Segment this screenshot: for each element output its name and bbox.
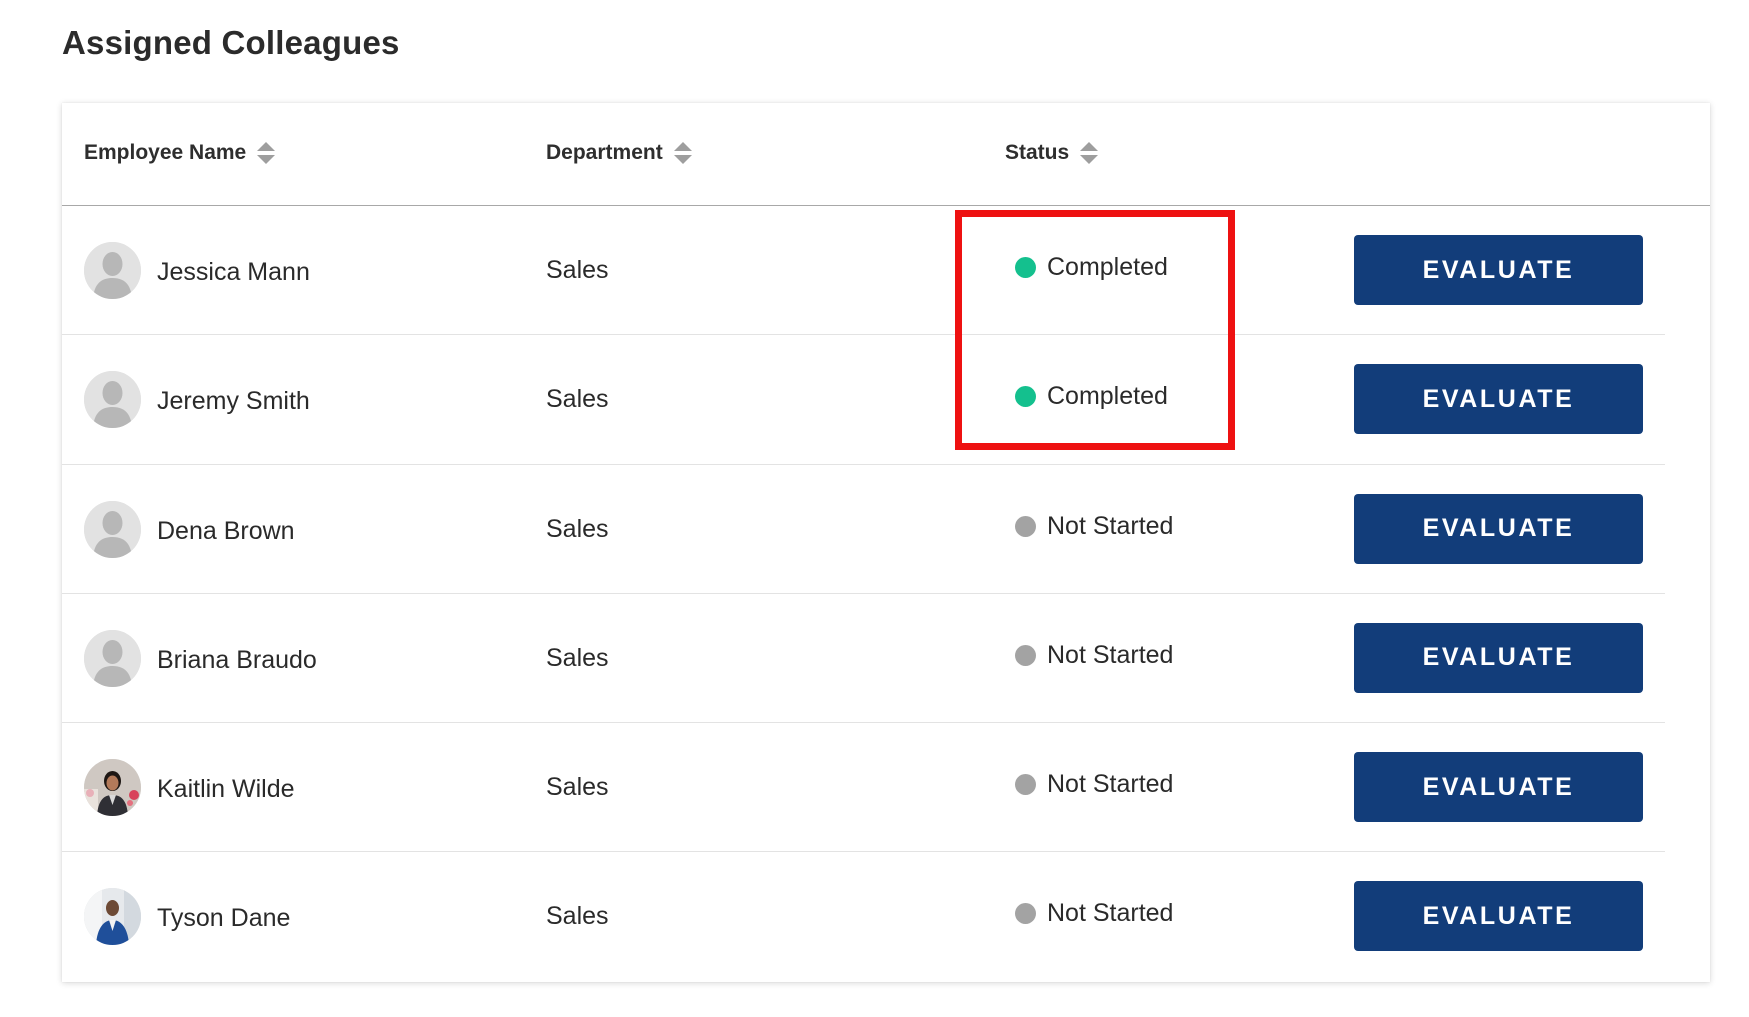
status-dot-icon	[1015, 515, 1036, 537]
avatar	[84, 629, 141, 687]
avatar	[84, 242, 141, 299]
avatar	[84, 759, 141, 817]
status-badge: Not Started	[1015, 899, 1173, 928]
placeholder-avatar-icon	[84, 242, 141, 299]
column-header-employee-name[interactable]: Employee Name	[84, 141, 276, 165]
sort-icon[interactable]	[1080, 142, 1099, 164]
status-dot-icon	[1015, 774, 1036, 796]
employee-name: Tyson Dane	[157, 904, 291, 933]
table-header: Employee Name Department Status	[62, 103, 1710, 206]
status-text: Completed	[1047, 253, 1168, 281]
evaluate-button[interactable]: EVALUATE	[1354, 235, 1643, 305]
department: Sales	[546, 643, 609, 672]
placeholder-avatar-icon	[84, 629, 141, 687]
status-text: Completed	[1047, 382, 1168, 411]
placeholder-avatar-icon	[84, 500, 141, 558]
employee-name: Dena Brown	[157, 516, 295, 545]
column-header-label: Employee Name	[84, 141, 247, 164]
page: Assigned Colleagues Employee Name Depart…	[0, 0, 1749, 1017]
avatar	[84, 371, 141, 429]
table-row: Tyson Dane Sales Not Started EVALUATE	[62, 852, 1665, 981]
status-text: Not Started	[1047, 640, 1174, 669]
department: Sales	[546, 902, 609, 931]
column-header-label: Department	[546, 141, 663, 164]
department: Sales	[546, 514, 609, 543]
department: Sales	[546, 385, 609, 414]
sort-icon[interactable]	[257, 142, 276, 164]
avatar	[84, 888, 141, 946]
status-dot-icon	[1015, 903, 1036, 925]
department: Sales	[546, 773, 609, 802]
placeholder-avatar-icon	[84, 371, 141, 429]
evaluate-button[interactable]: EVALUATE	[1354, 622, 1643, 693]
status-badge: Completed	[1015, 253, 1168, 282]
employee-name: Kaitlin Wilde	[157, 775, 295, 804]
table-body: Jessica Mann Sales Completed EVALUATE Je…	[62, 206, 1710, 982]
colleagues-table: Employee Name Department Status Jessica …	[62, 103, 1710, 982]
status-dot-icon	[1015, 257, 1036, 278]
status-badge: Not Started	[1015, 641, 1173, 670]
status-badge: Not Started	[1015, 770, 1173, 799]
status-badge: Not Started	[1015, 512, 1173, 541]
table-row: Kaitlin Wilde Sales Not Started EVALUATE	[62, 723, 1665, 853]
evaluate-button[interactable]: EVALUATE	[1354, 752, 1643, 823]
status-badge: Completed	[1015, 382, 1168, 411]
page-title: Assigned Colleagues	[62, 24, 400, 61]
column-header-label: Status	[1005, 141, 1070, 164]
evaluate-button[interactable]: EVALUATE	[1354, 364, 1643, 435]
table-row: Briana Braudo Sales Not Started EVALUATE	[62, 594, 1665, 724]
table-row: Jessica Mann Sales Completed EVALUATE	[62, 206, 1665, 336]
status-dot-icon	[1015, 644, 1036, 666]
employee-name: Jeremy Smith	[157, 387, 310, 416]
table-row: Jeremy Smith Sales Completed EVALUATE	[62, 335, 1665, 465]
status-text: Not Started	[1047, 899, 1174, 928]
employee-name: Jessica Mann	[157, 258, 310, 286]
photo-avatar	[84, 888, 141, 946]
avatar	[84, 500, 141, 558]
status-text: Not Started	[1047, 770, 1174, 799]
column-header-status[interactable]: Status	[1005, 141, 1099, 165]
employee-name: Briana Braudo	[157, 645, 317, 674]
department: Sales	[546, 256, 609, 284]
column-header-department[interactable]: Department	[546, 141, 692, 165]
status-text: Not Started	[1047, 511, 1174, 540]
evaluate-button[interactable]: EVALUATE	[1354, 881, 1643, 952]
sort-icon[interactable]	[673, 142, 692, 164]
evaluate-button[interactable]: EVALUATE	[1354, 493, 1643, 564]
table-row: Dena Brown Sales Not Started EVALUATE	[62, 465, 1665, 594]
photo-avatar	[84, 759, 141, 817]
status-dot-icon	[1015, 386, 1036, 408]
